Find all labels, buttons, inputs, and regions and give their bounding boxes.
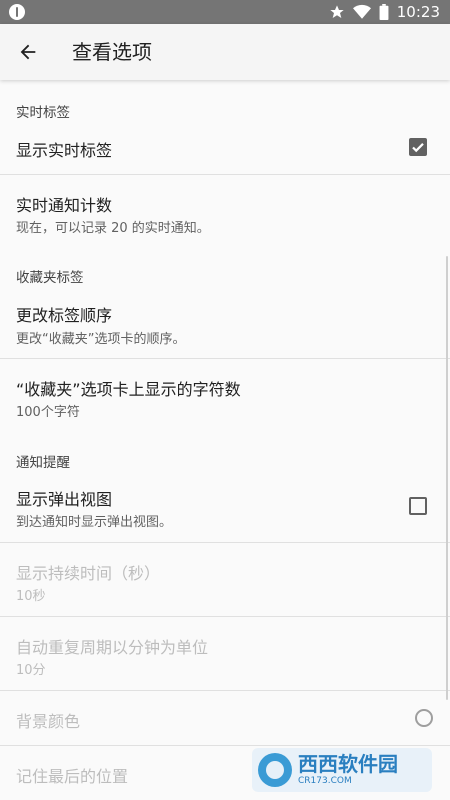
pref-show-popup[interactable]: 显示弹出视图 到达通知时显示弹出视图。 (0, 470, 450, 542)
watermark-logo-icon (258, 753, 292, 787)
pref-summary: 到达通知时显示弹出视图。 (16, 515, 173, 530)
pref-summary: 10分 (16, 663, 46, 678)
pref-realtime-notify-count[interactable]: 实时通知计数 现在，可以记录 20 的实时通知。 (0, 175, 450, 245)
pref-title: 实时通知计数 (16, 196, 113, 215)
pref-title: 显示弹出视图 (16, 490, 113, 509)
pref-background-color[interactable]: 背景颜色 (0, 691, 450, 745)
star-icon (330, 5, 344, 18)
pref-title: “收藏夹”选项卡上显示的字符数 (16, 380, 241, 399)
app-bar: 查看选项 (0, 24, 450, 80)
wifi-icon (352, 4, 371, 19)
pref-title: 显示实时标签 (16, 141, 113, 160)
notification-alert-icon (9, 4, 25, 20)
watermark-text: 西西软件园 CR173.COM (298, 754, 398, 786)
pref-change-tab-order[interactable]: 更改标签顺序 更改“收藏夹”选项卡的顺序。 (0, 285, 450, 358)
status-bar: 10:23 (0, 0, 450, 24)
watermark-main: 西西软件园 (298, 752, 398, 776)
background-color-radio[interactable] (415, 709, 433, 727)
pref-summary: 现在，可以记录 20 的实时通知。 (16, 221, 210, 236)
pref-repeat-interval[interactable]: 自动重复周期以分钟为单位 10分 (0, 617, 450, 690)
battery-icon (379, 4, 389, 20)
section-header-realtime: 实时标签 (16, 105, 70, 121)
pref-title: 更改标签顺序 (16, 306, 113, 325)
check-icon (412, 143, 424, 153)
status-icons: 10:23 (329, 0, 440, 24)
pref-show-realtime[interactable]: 显示实时标签 (0, 120, 450, 174)
pref-title: 自动重复周期以分钟为单位 (16, 638, 209, 657)
watermark: 西西软件园 CR173.COM (252, 748, 432, 792)
pref-favorites-char-count[interactable]: “收藏夹”选项卡上显示的字符数 100个字符 (0, 359, 450, 431)
pref-title: 记住最后的位置 (16, 767, 129, 786)
section-header-notification: 通知提醒 (16, 455, 70, 471)
arrow-back-icon (20, 44, 36, 60)
section-header-favorites: 收藏夹标签 (16, 270, 84, 286)
back-button[interactable] (12, 36, 44, 68)
pref-title: 显示持续时间（秒） (16, 564, 161, 583)
show-realtime-checkbox[interactable] (409, 138, 427, 156)
preferences-list[interactable]: 实时标签 显示实时标签 实时通知计数 现在，可以记录 20 的实时通知。 收藏夹… (0, 80, 450, 800)
page-title: 查看选项 (72, 40, 152, 64)
pref-summary: 10秒 (16, 589, 46, 604)
pref-summary: 更改“收藏夹”选项卡的顺序。 (16, 332, 186, 347)
pref-display-duration[interactable]: 显示持续时间（秒） 10秒 (0, 543, 450, 616)
status-time: 10:23 (396, 3, 440, 21)
show-popup-checkbox[interactable] (409, 497, 427, 515)
watermark-sub: CR173.COM (298, 776, 352, 786)
scrollbar[interactable] (446, 256, 448, 700)
pref-title: 背景颜色 (16, 712, 81, 731)
pref-summary: 100个字符 (16, 405, 80, 420)
